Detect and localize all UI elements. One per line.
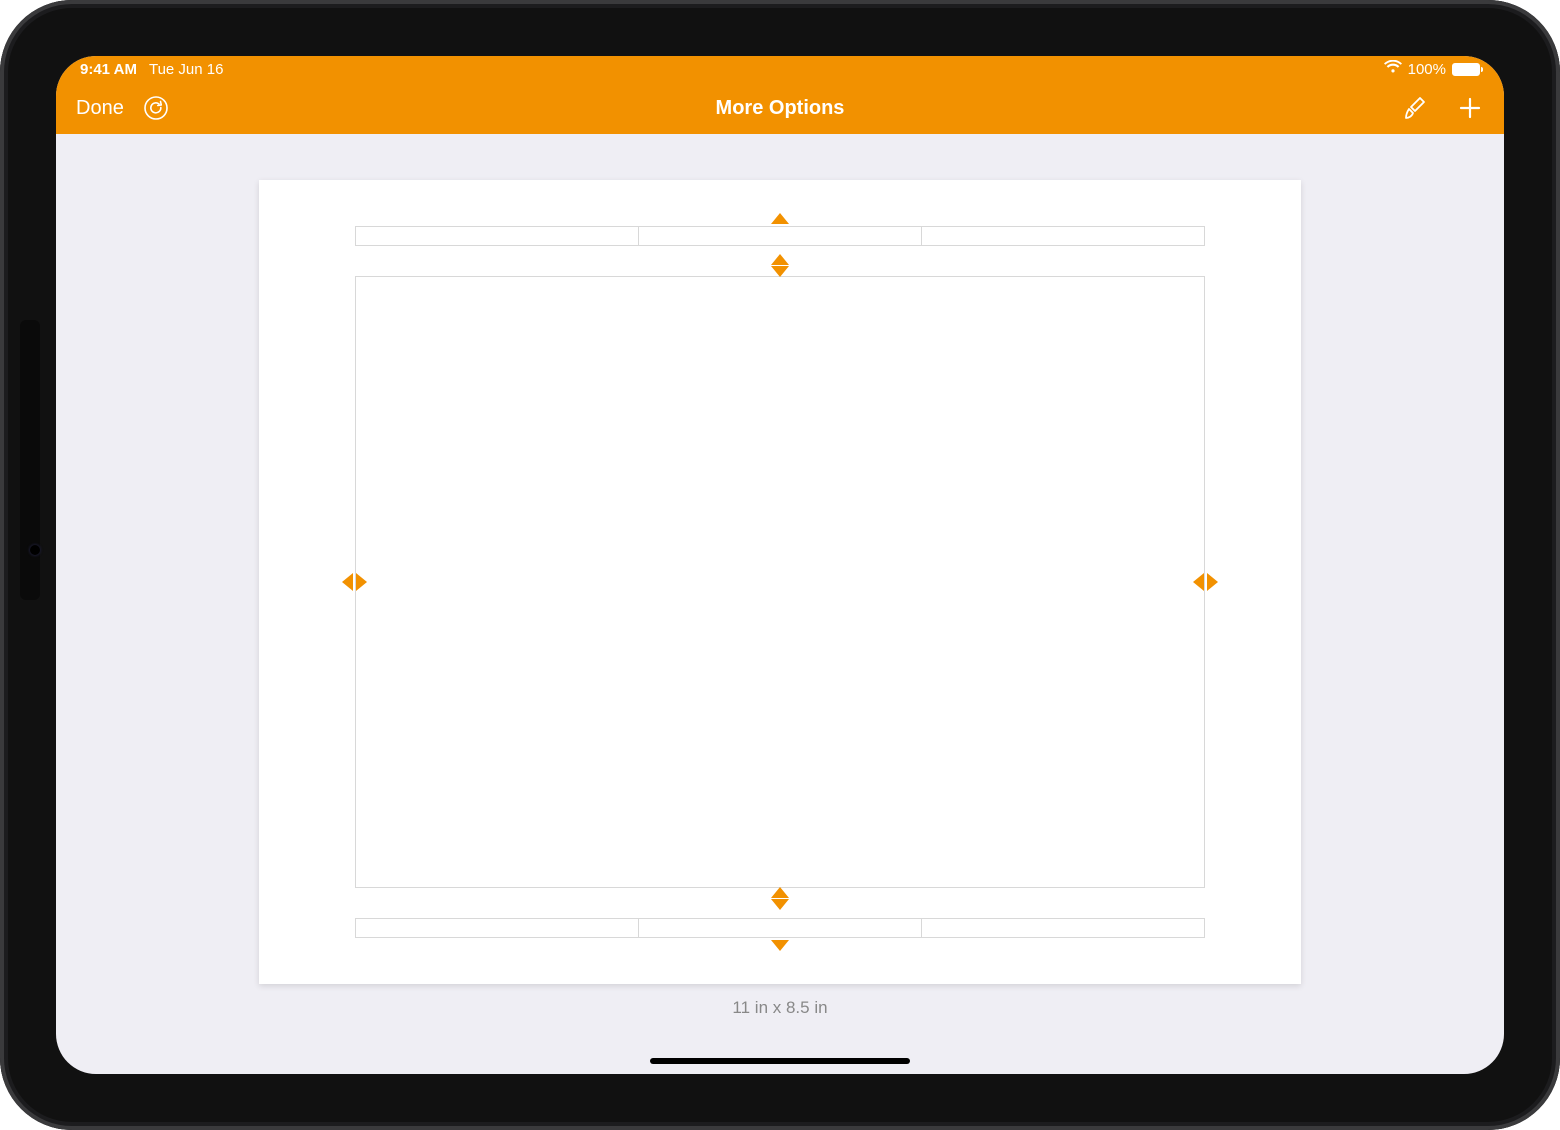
battery-icon — [1452, 63, 1480, 76]
margin-handle-bottom-outer[interactable] — [771, 940, 789, 951]
status-date: Tue Jun 16 — [149, 61, 224, 78]
page-header-region[interactable] — [355, 226, 1205, 246]
device-edge — [20, 320, 40, 600]
ipad-frame: 9:41 AM Tue Jun 16 100% Done — [0, 0, 1560, 1130]
header-cell-center[interactable] — [639, 227, 922, 245]
undo-icon — [143, 95, 169, 121]
margin-handle-top-inner-up[interactable] — [771, 254, 789, 265]
screen: 9:41 AM Tue Jun 16 100% Done — [56, 56, 1504, 1074]
margin-handle-bottom-inner-up[interactable] — [771, 887, 789, 898]
margin-handle-left-inner-r[interactable] — [356, 573, 367, 591]
footer-cell-center[interactable] — [639, 919, 922, 937]
wifi-icon — [1384, 60, 1402, 78]
page-footer-region[interactable] — [355, 918, 1205, 938]
header-cell-left[interactable] — [356, 227, 639, 245]
battery-percentage: 100% — [1408, 61, 1446, 78]
margin-handle-left-inner-l[interactable] — [342, 573, 353, 591]
margin-handle-right-inner-r[interactable] — [1207, 573, 1218, 591]
status-time: 9:41 AM — [80, 61, 137, 78]
content-margin-frame — [355, 276, 1205, 888]
page-preview — [259, 180, 1301, 984]
margin-handle-right-inner-l[interactable] — [1193, 573, 1204, 591]
page-size-label: 11 in x 8.5 in — [732, 998, 827, 1018]
header-cell-right[interactable] — [922, 227, 1204, 245]
footer-cell-right[interactable] — [922, 919, 1204, 937]
format-brush-button[interactable] — [1400, 94, 1428, 122]
canvas-area: 11 in x 8.5 in — [56, 134, 1504, 1074]
add-button[interactable] — [1456, 94, 1484, 122]
margin-handle-top-inner-down[interactable] — [771, 266, 789, 277]
margin-handle-bottom-inner-down[interactable] — [771, 899, 789, 910]
plus-icon — [1457, 95, 1483, 121]
footer-cell-left[interactable] — [356, 919, 639, 937]
page-title: More Options — [56, 97, 1504, 120]
done-button[interactable]: Done — [76, 97, 124, 120]
margin-handle-top-outer[interactable] — [771, 213, 789, 224]
undo-button[interactable] — [142, 94, 170, 122]
status-bar: 9:41 AM Tue Jun 16 100% — [56, 56, 1504, 82]
toolbar: Done More Options — [56, 82, 1504, 134]
paintbrush-icon — [1400, 94, 1428, 122]
front-camera — [30, 545, 40, 555]
home-indicator[interactable] — [650, 1058, 910, 1064]
